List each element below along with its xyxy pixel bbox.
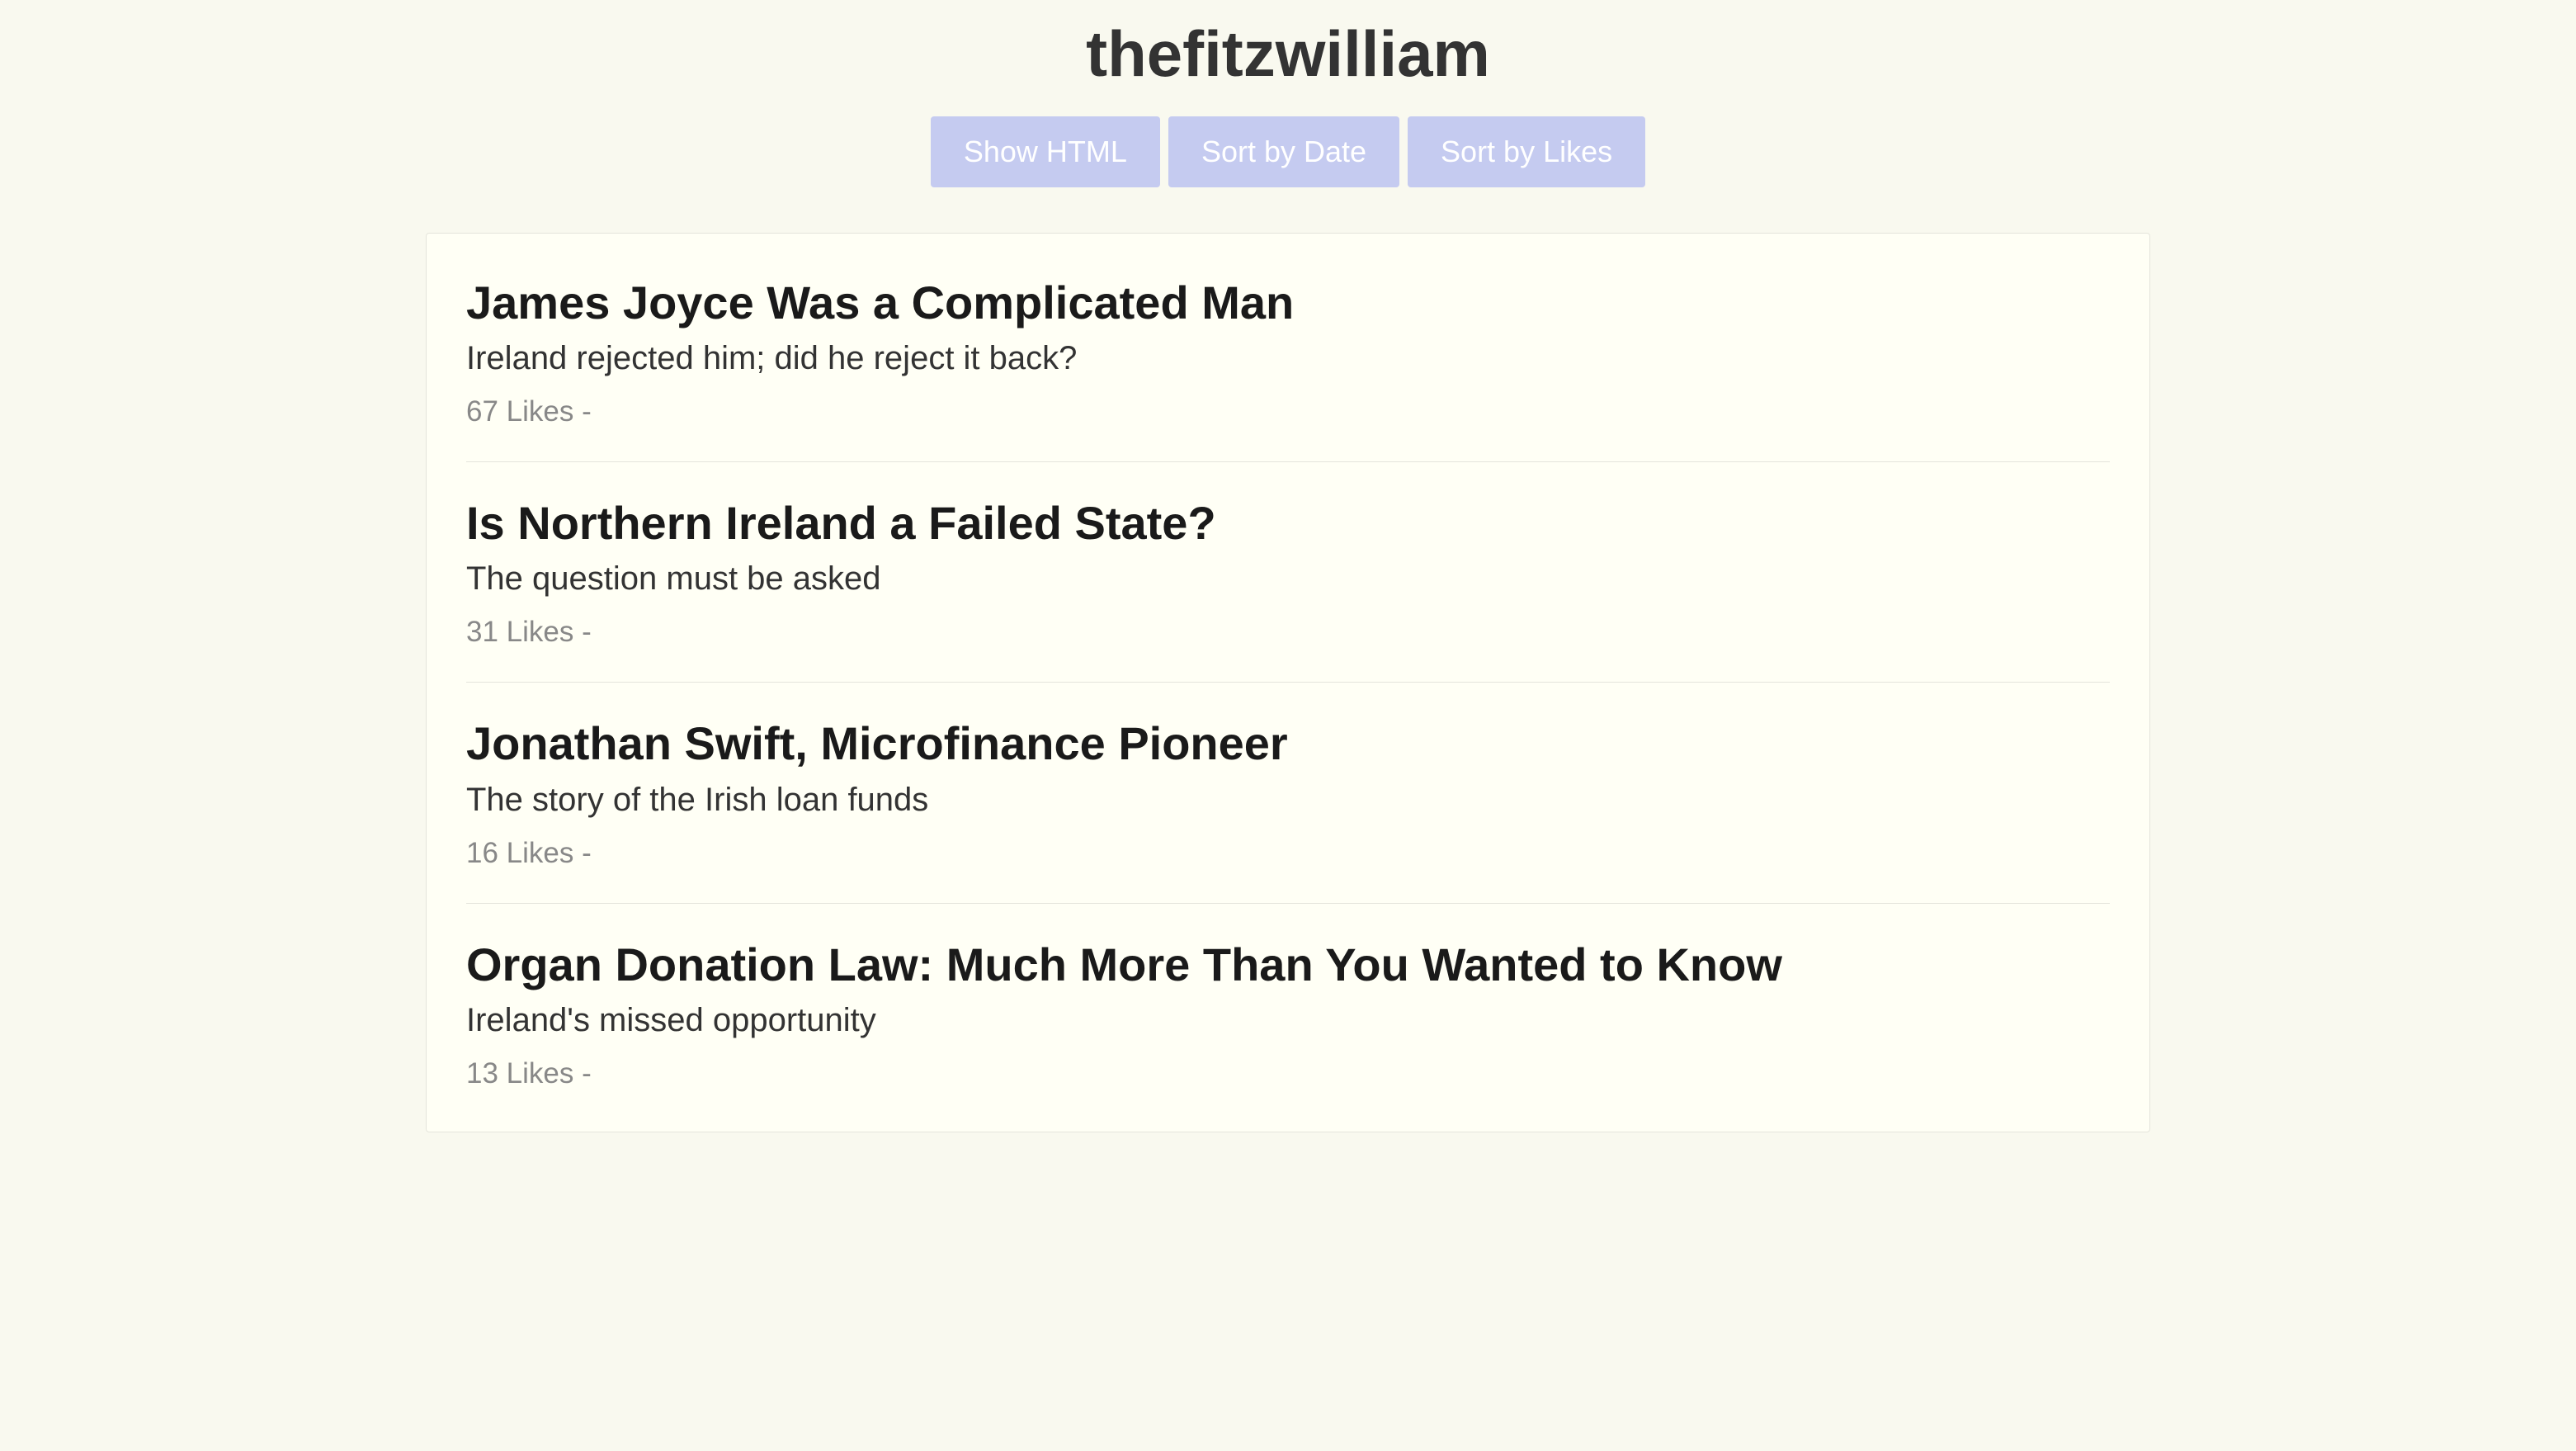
posts-panel: James Joyce Was a Complicated Man Irelan… xyxy=(426,233,2150,1132)
show-html-button[interactable]: Show HTML xyxy=(931,116,1160,187)
post-title[interactable]: Is Northern Ireland a Failed State? xyxy=(466,495,2110,551)
sort-by-likes-button[interactable]: Sort by Likes xyxy=(1408,116,1645,187)
post-meta: 31 Likes - xyxy=(466,616,2110,649)
post-meta: 67 Likes - xyxy=(466,395,2110,428)
page-container: thefitzwilliam Show HTML Sort by Date So… xyxy=(422,0,2154,1149)
post-subtitle: The question must be asked xyxy=(466,560,2110,598)
button-row: Show HTML Sort by Date Sort by Likes xyxy=(422,116,2154,187)
sort-by-date-button[interactable]: Sort by Date xyxy=(1168,116,1399,187)
post-item: Is Northern Ireland a Failed State? The … xyxy=(466,495,2110,683)
post-meta: 13 Likes - xyxy=(466,1057,2110,1090)
post-subtitle: The story of the Irish loan funds xyxy=(466,782,2110,819)
post-title[interactable]: James Joyce Was a Complicated Man xyxy=(466,275,2110,330)
post-title[interactable]: Jonathan Swift, Microfinance Pioneer xyxy=(466,716,2110,771)
post-item: Jonathan Swift, Microfinance Pioneer The… xyxy=(466,716,2110,903)
post-meta: 16 Likes - xyxy=(466,837,2110,870)
page-title: thefitzwilliam xyxy=(422,17,2154,92)
post-item: Organ Donation Law: Much More Than You W… xyxy=(466,937,2110,1090)
post-item: James Joyce Was a Complicated Man Irelan… xyxy=(466,275,2110,462)
post-title[interactable]: Organ Donation Law: Much More Than You W… xyxy=(466,937,2110,992)
post-subtitle: Ireland's missed opportunity xyxy=(466,1002,2110,1039)
post-subtitle: Ireland rejected him; did he reject it b… xyxy=(466,340,2110,377)
